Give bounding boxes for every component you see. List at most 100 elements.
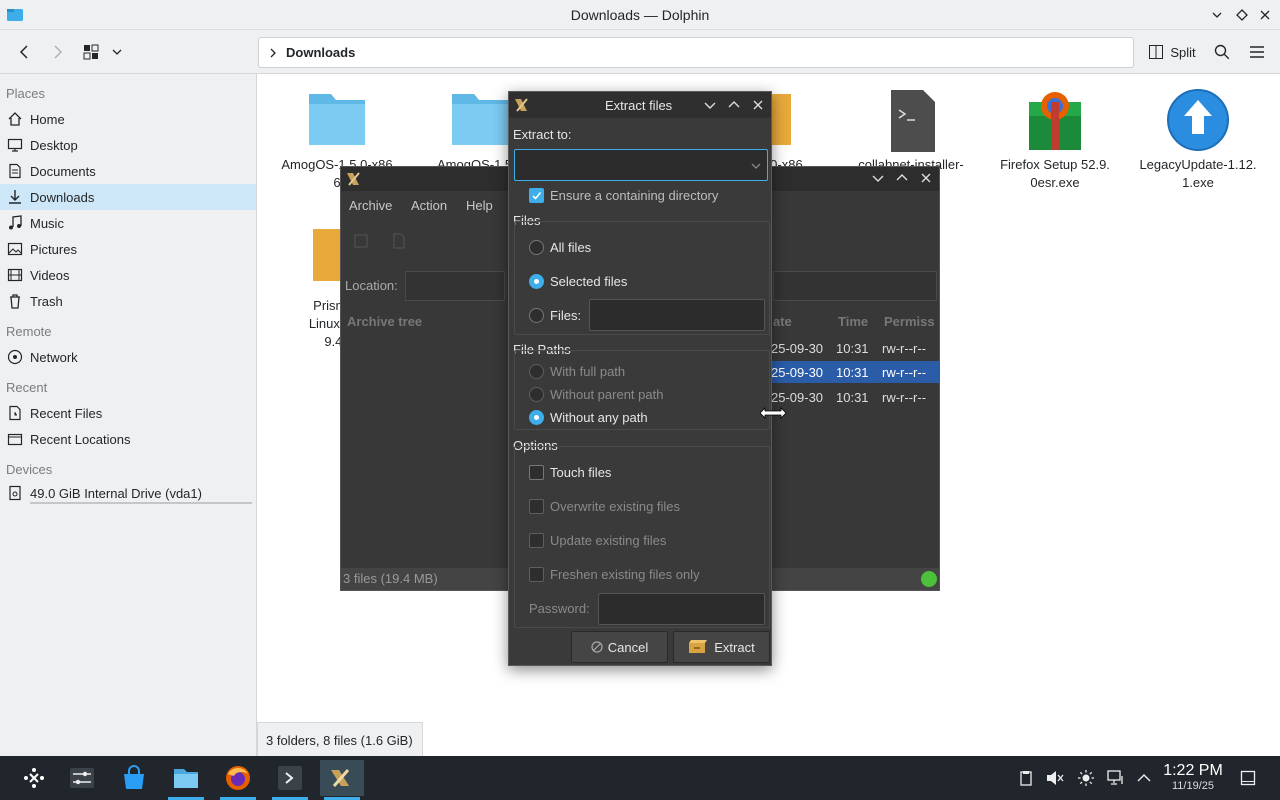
location-label: Location: — [345, 278, 398, 293]
script-icon — [879, 88, 943, 152]
selected-files-radio[interactable]: Selected files — [529, 271, 627, 291]
archiver-maximize-button[interactable] — [895, 171, 909, 185]
sidebar-item-home[interactable]: Home — [0, 106, 256, 132]
sidebar-item-downloads[interactable]: Downloads — [0, 184, 256, 210]
files-pattern-input[interactable] — [589, 299, 765, 331]
open-archive-icon[interactable] — [391, 233, 407, 249]
toolbar: Downloads Split — [0, 30, 1280, 74]
all-files-radio[interactable]: All files — [529, 237, 591, 257]
video-icon — [7, 267, 23, 283]
show-desktop-icon[interactable] — [1238, 768, 1258, 788]
extract-to-label: Extract to: — [513, 127, 572, 142]
location-input[interactable] — [405, 271, 505, 301]
network-wired-icon[interactable] — [1106, 768, 1126, 788]
firefox-taskbar-button[interactable] — [216, 760, 260, 800]
file-name-line2: 1.exe — [1182, 175, 1214, 190]
picture-icon — [7, 241, 23, 257]
table-row[interactable]: 25-09-30 10:31 rw-r--r-- — [771, 386, 939, 408]
tray-expand-icon[interactable] — [1134, 768, 1154, 788]
checkbox-icon — [529, 532, 544, 548]
sidebar-item-label: Videos — [30, 267, 70, 283]
files-pattern-radio[interactable]: Files: — [529, 305, 581, 325]
menu-archive[interactable]: Archive — [349, 198, 392, 213]
dialog-close-button[interactable] — [751, 98, 765, 112]
file-item-legacy-update[interactable]: LegacyUpdate-1.12. 1.exe — [1138, 88, 1258, 192]
clock-date: 11/19/25 — [1171, 780, 1214, 792]
download-icon — [7, 189, 23, 205]
column-date[interactable]: ate — [773, 314, 792, 329]
minimize-button[interactable] — [1208, 6, 1226, 24]
without-parent-radio[interactable]: Without parent path — [529, 384, 663, 404]
forward-button[interactable] — [46, 38, 70, 66]
view-mode-icon[interactable] — [80, 38, 102, 66]
clock[interactable]: 1:22 PM 11/19/25 — [1160, 762, 1226, 792]
recent-heading: Recent — [6, 380, 48, 395]
ensure-directory-checkbox[interactable]: Ensure a containing directory — [529, 185, 718, 205]
menu-help[interactable]: Help — [466, 198, 493, 213]
back-button[interactable] — [12, 38, 36, 66]
column-time[interactable]: Time — [838, 314, 868, 329]
archive-icon — [313, 229, 343, 293]
sidebar-item-label: Music — [30, 215, 64, 231]
search-button[interactable] — [1210, 38, 1234, 66]
split-button[interactable]: Split — [1144, 38, 1200, 66]
folder-icon — [448, 88, 512, 152]
firefox-icon — [226, 766, 250, 790]
system-settings-button[interactable] — [60, 760, 104, 796]
sidebar-item-recent-files[interactable]: Recent Files — [0, 400, 256, 426]
window-title: Downloads — Dolphin — [570, 7, 710, 23]
extract-button[interactable]: Extract — [673, 631, 770, 663]
folder-browse-icon[interactable] — [751, 162, 761, 170]
column-permissions[interactable]: Permiss — [884, 314, 935, 329]
clipboard-icon[interactable] — [1016, 768, 1036, 788]
view-mode-dropdown-icon[interactable] — [108, 38, 126, 66]
freshen-checkbox[interactable]: Freshen existing files only — [529, 564, 700, 584]
touch-files-checkbox[interactable]: Touch files — [529, 462, 611, 482]
archiver-close-button[interactable] — [919, 171, 933, 185]
dialog-maximize-button[interactable] — [727, 98, 741, 112]
status-indicator-icon — [921, 571, 937, 587]
keep-above-button[interactable] — [1233, 6, 1251, 24]
app-launcher-button[interactable] — [12, 760, 56, 796]
dialog-minimize-button[interactable] — [703, 98, 717, 112]
sidebar-item-label: Network — [30, 349, 78, 365]
full-path-radio[interactable]: With full path — [529, 361, 625, 381]
location-input-right[interactable] — [773, 271, 937, 301]
sidebar-item-desktop[interactable]: Desktop — [0, 132, 256, 158]
sidebar-item-pictures[interactable]: Pictures — [0, 236, 256, 262]
breadcrumb-current[interactable]: Downloads — [286, 45, 355, 60]
sidebar-item-network[interactable]: Network — [0, 344, 256, 370]
archiver-minimize-button[interactable] — [871, 171, 885, 185]
table-row-selected[interactable]: 25-09-30 10:31 rw-r--r-- — [771, 361, 939, 383]
cancel-button[interactable]: Cancel — [571, 631, 668, 663]
update-checkbox[interactable]: Update existing files — [529, 530, 666, 550]
brightness-icon[interactable] — [1076, 768, 1096, 788]
file-item-installer[interactable]: collabnet-installer- — [851, 88, 971, 174]
password-input[interactable] — [598, 593, 765, 625]
close-button[interactable] — [1256, 6, 1274, 24]
hamburger-menu-button[interactable] — [1245, 38, 1269, 66]
terminal-taskbar-button[interactable] — [268, 760, 312, 800]
music-icon — [7, 215, 23, 231]
sidebar-item-trash[interactable]: Trash — [0, 288, 256, 314]
discover-store-button[interactable] — [112, 760, 156, 796]
archiver-status-text: 3 files (19.4 MB) — [343, 571, 438, 586]
sidebar-item-label: Recent Locations — [30, 431, 131, 447]
without-any-path-radio[interactable]: Without any path — [529, 407, 648, 427]
checkbox-icon — [529, 464, 544, 480]
menu-action[interactable]: Action — [411, 198, 447, 213]
extract-to-input[interactable] — [514, 149, 768, 181]
table-row[interactable]: 25-09-30 10:31 rw-r--r-- — [771, 337, 939, 359]
new-archive-icon[interactable] — [353, 233, 369, 249]
sidebar-item-documents[interactable]: Documents — [0, 158, 256, 184]
xarchiver-taskbar-button[interactable] — [320, 760, 364, 800]
xarchiver-app-icon — [513, 95, 533, 115]
breadcrumb[interactable]: Downloads — [258, 37, 1134, 68]
file-item-firefox-setup[interactable]: Firefox Setup 52.9. 0esr.exe — [995, 88, 1115, 192]
volume-muted-icon[interactable] — [1045, 768, 1065, 788]
sidebar-item-music[interactable]: Music — [0, 210, 256, 236]
dolphin-taskbar-button[interactable] — [164, 760, 208, 800]
sidebar-item-recent-locations[interactable]: Recent Locations — [0, 426, 256, 452]
overwrite-checkbox[interactable]: Overwrite existing files — [529, 496, 680, 516]
sidebar-item-videos[interactable]: Videos — [0, 262, 256, 288]
